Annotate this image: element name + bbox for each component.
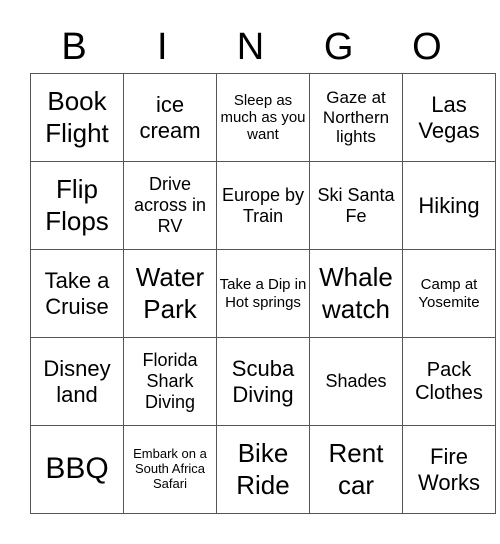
header-letter-i: I [157,26,168,68]
bingo-cell[interactable]: Las Vegas [402,73,496,162]
header-letter-g: G [323,26,354,68]
bingo-cell[interactable]: Take a Dip in Hot springs [216,249,310,338]
bingo-cell[interactable]: Bike Ride [216,425,310,514]
bingo-cell[interactable]: Whale watch [309,249,403,338]
grid-row: Disney land Florida Shark Diving Scuba D… [30,337,496,426]
bingo-cell[interactable]: Florida Shark Diving [123,337,217,426]
bingo-cell[interactable]: Scuba Diving [216,337,310,426]
bingo-cell[interactable]: Pack Clothes [402,337,496,426]
grid-row: Book Flight ice cream Sleep as much as y… [30,73,496,162]
bingo-grid: Book Flight ice cream Sleep as much as y… [30,73,496,514]
bingo-cell[interactable]: Fire Works [402,425,496,514]
bingo-cell[interactable]: Sleep as much as you want [216,73,310,162]
bingo-cell[interactable]: Book Flight [30,73,124,162]
grid-row: BBQ Embark on a South Africa Safari Bike… [30,425,496,514]
bingo-cell[interactable]: Drive across in RV [123,161,217,250]
bingo-cell[interactable]: BBQ [30,425,124,514]
bingo-cell[interactable]: Disney land [30,337,124,426]
header-letter-o: O [412,26,442,68]
bingo-cell[interactable]: Ski Santa Fe [309,161,403,250]
bingo-cell[interactable]: Gaze at Northern lights [309,73,403,162]
bingo-cell[interactable]: Europe by Train [216,161,310,250]
bingo-header: B I N G O [30,22,471,72]
bingo-cell[interactable]: Shades [309,337,403,426]
grid-row: Flip Flops Drive across in RV Europe by … [30,161,496,250]
bingo-cell[interactable]: Embark on a South Africa Safari [123,425,217,514]
bingo-cell[interactable]: Hiking [402,161,496,250]
bingo-cell[interactable]: Water Park [123,249,217,338]
bingo-cell[interactable]: Take a Cruise [30,249,124,338]
bingo-cell[interactable]: Rent car [309,425,403,514]
header-letter-b: B [61,26,87,68]
header-letter-n: N [236,26,265,68]
bingo-cell[interactable]: ice cream [123,73,217,162]
bingo-cell[interactable]: Camp at Yosemite [402,249,496,338]
grid-row: Take a Cruise Water Park Take a Dip in H… [30,249,496,338]
bingo-cell[interactable]: Flip Flops [30,161,124,250]
